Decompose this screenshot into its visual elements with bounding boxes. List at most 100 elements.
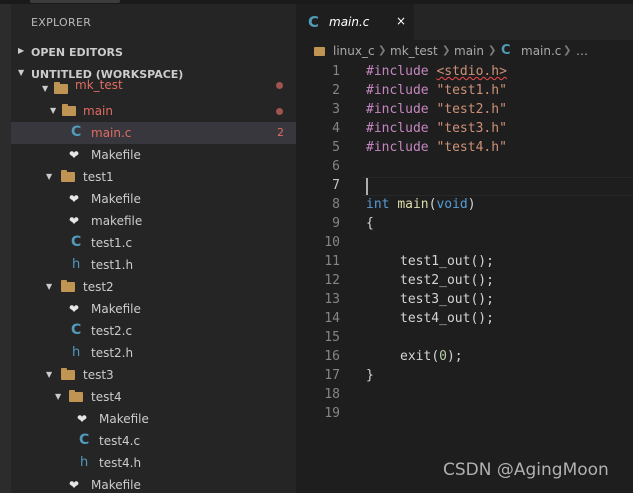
- c-file-icon: C: [71, 234, 82, 250]
- tree-label: test4.c: [99, 434, 141, 448]
- tree-label: Makefile: [91, 302, 141, 316]
- tree-folder-test3[interactable]: ▼ test3: [11, 364, 296, 386]
- tree-folder-mk-test[interactable]: ▼ mk_test: [11, 78, 296, 100]
- tree-label: test1.h: [91, 258, 134, 272]
- chevron-down-icon: ▼: [55, 392, 62, 401]
- code-line: test1_out();: [400, 254, 494, 269]
- tree-file-makefile[interactable]: ❤ Makefile: [11, 298, 296, 320]
- line-number: 12: [324, 273, 340, 288]
- tree-folder-test1[interactable]: ▼ test1: [11, 166, 296, 188]
- tree-file-makefile[interactable]: ❤ Makefile: [11, 144, 296, 166]
- chevron-down-icon: ▼: [46, 172, 53, 181]
- chevron-right-icon: ▶: [18, 46, 25, 55]
- include-path: "test1.h": [436, 83, 507, 98]
- problem-count-badge: 2: [277, 126, 284, 139]
- tree-label: test1.c: [91, 236, 133, 250]
- code-line: #include "test3.h": [366, 121, 507, 136]
- chevron-down-icon: ▼: [50, 106, 57, 115]
- breadcrumb-item[interactable]: main.c: [521, 44, 561, 58]
- tree-file-test4-c[interactable]: C test4.c: [11, 430, 296, 452]
- code-line: #include <stdio.h>: [366, 64, 507, 79]
- code-line: #include "test4.h": [366, 140, 507, 155]
- chevron-down-icon: ▼: [18, 68, 25, 77]
- code-line: test2_out();: [400, 273, 494, 288]
- makefile-icon: ❤: [69, 148, 80, 162]
- type-keyword: int: [366, 197, 390, 212]
- makefile-icon: ❤: [69, 302, 80, 316]
- chevron-right-icon: ❯: [563, 45, 572, 56]
- tree-file-main-c[interactable]: C main.c 2: [11, 122, 296, 144]
- chevron-down-icon: ▼: [46, 282, 53, 291]
- tree-folder-test4[interactable]: ▼ test4: [11, 386, 296, 408]
- tree-label: test4.h: [99, 456, 142, 470]
- include-path-error: <stdio.h>: [436, 64, 507, 79]
- tab-label: main.c: [329, 15, 370, 29]
- open-editors-label: OPEN EDITORS: [31, 46, 123, 59]
- c-file-icon: C: [308, 13, 320, 31]
- breadcrumb-item[interactable]: …: [576, 44, 588, 58]
- tree-file-makefile[interactable]: ❤ makefile: [11, 210, 296, 232]
- breadcrumb-item[interactable]: main: [454, 44, 484, 58]
- makefile-icon: ❤: [69, 478, 80, 492]
- line-number: 6: [332, 159, 340, 174]
- tree-file-test1-h[interactable]: h test1.h: [11, 254, 296, 276]
- tree-label: makefile: [91, 214, 143, 228]
- tree-label: mk_test: [75, 78, 123, 92]
- tab-main-c[interactable]: C main.c ×: [296, 4, 414, 40]
- preprocessor-directive: #include: [366, 121, 429, 136]
- line-number: 9: [332, 216, 340, 231]
- line-number: 5: [332, 140, 340, 155]
- tree-label: Makefile: [91, 478, 141, 492]
- h-file-icon: h: [72, 345, 81, 360]
- modified-dot: [276, 82, 283, 89]
- include-path: "test2.h": [436, 102, 507, 117]
- tree-label: test3: [83, 368, 114, 382]
- line-number: 15: [324, 330, 340, 345]
- tree-folder-test2[interactable]: ▼ test2: [11, 276, 296, 298]
- watermark: CSDN @AgingMoon: [443, 460, 609, 480]
- tree-file-makefile[interactable]: ❤ Makefile: [11, 188, 296, 210]
- makefile-icon: ❤: [69, 192, 80, 206]
- tree-file-test2-c[interactable]: C test2.c: [11, 320, 296, 342]
- tree-label: Makefile: [91, 192, 141, 206]
- tree-file-makefile[interactable]: ❤ Makefile: [11, 408, 296, 430]
- line-number: 3: [332, 102, 340, 117]
- line-number: 17: [324, 368, 340, 383]
- preprocessor-directive: #include: [366, 83, 429, 98]
- line-number: 1: [332, 64, 340, 79]
- folder-icon: [61, 368, 75, 380]
- line-number: 11: [324, 254, 340, 269]
- tree-file-makefile[interactable]: ❤ Makefile: [11, 474, 296, 493]
- explorer-sidebar: EXPLORER ▶ OPEN EDITORS ▼ UNTITLED (WORK…: [11, 4, 296, 493]
- line-number-active: 7: [332, 178, 340, 193]
- code-line: exit(0);: [400, 349, 463, 364]
- folder-icon: [69, 390, 83, 402]
- chevron-down-icon: ▼: [46, 370, 53, 379]
- line-number: 4: [332, 121, 340, 136]
- chevron-down-icon: ▼: [42, 84, 49, 93]
- close-icon[interactable]: ×: [396, 14, 406, 28]
- open-editors-section[interactable]: ▶ OPEN EDITORS: [11, 42, 296, 63]
- breadcrumb-item[interactable]: mk_test: [390, 44, 438, 58]
- tree-folder-main[interactable]: ▼ main: [11, 100, 296, 122]
- c-file-icon: C: [501, 43, 511, 58]
- window-top-fragment: [30, 0, 120, 3]
- line-number: 8: [332, 197, 340, 212]
- breadcrumb-item[interactable]: linux_c: [333, 44, 375, 58]
- tree-file-test1-c[interactable]: C test1.c: [11, 232, 296, 254]
- paren: ): [467, 197, 476, 212]
- breadcrumb: linux_c ❯ mk_test ❯ main ❯ C main.c ❯ …: [296, 40, 633, 62]
- code-line: #include "test2.h": [366, 102, 507, 117]
- function-name: main: [397, 197, 429, 212]
- tree-file-test2-h[interactable]: h test2.h: [11, 342, 296, 364]
- tree-label: main.c: [91, 126, 132, 140]
- chevron-right-icon: ❯: [442, 45, 451, 56]
- c-file-icon: C: [71, 322, 82, 338]
- code-line: #include "test1.h": [366, 83, 507, 98]
- tree-file-test4-h[interactable]: h test4.h: [11, 452, 296, 474]
- chevron-right-icon: ❯: [488, 45, 497, 56]
- code-editor[interactable]: 1 2 3 4 5 6 7 8 9 10 11 12 13 14 15 16 1…: [296, 62, 633, 493]
- preprocessor-directive: #include: [366, 140, 429, 155]
- code-line: {: [366, 216, 374, 231]
- line-number: 19: [324, 406, 340, 421]
